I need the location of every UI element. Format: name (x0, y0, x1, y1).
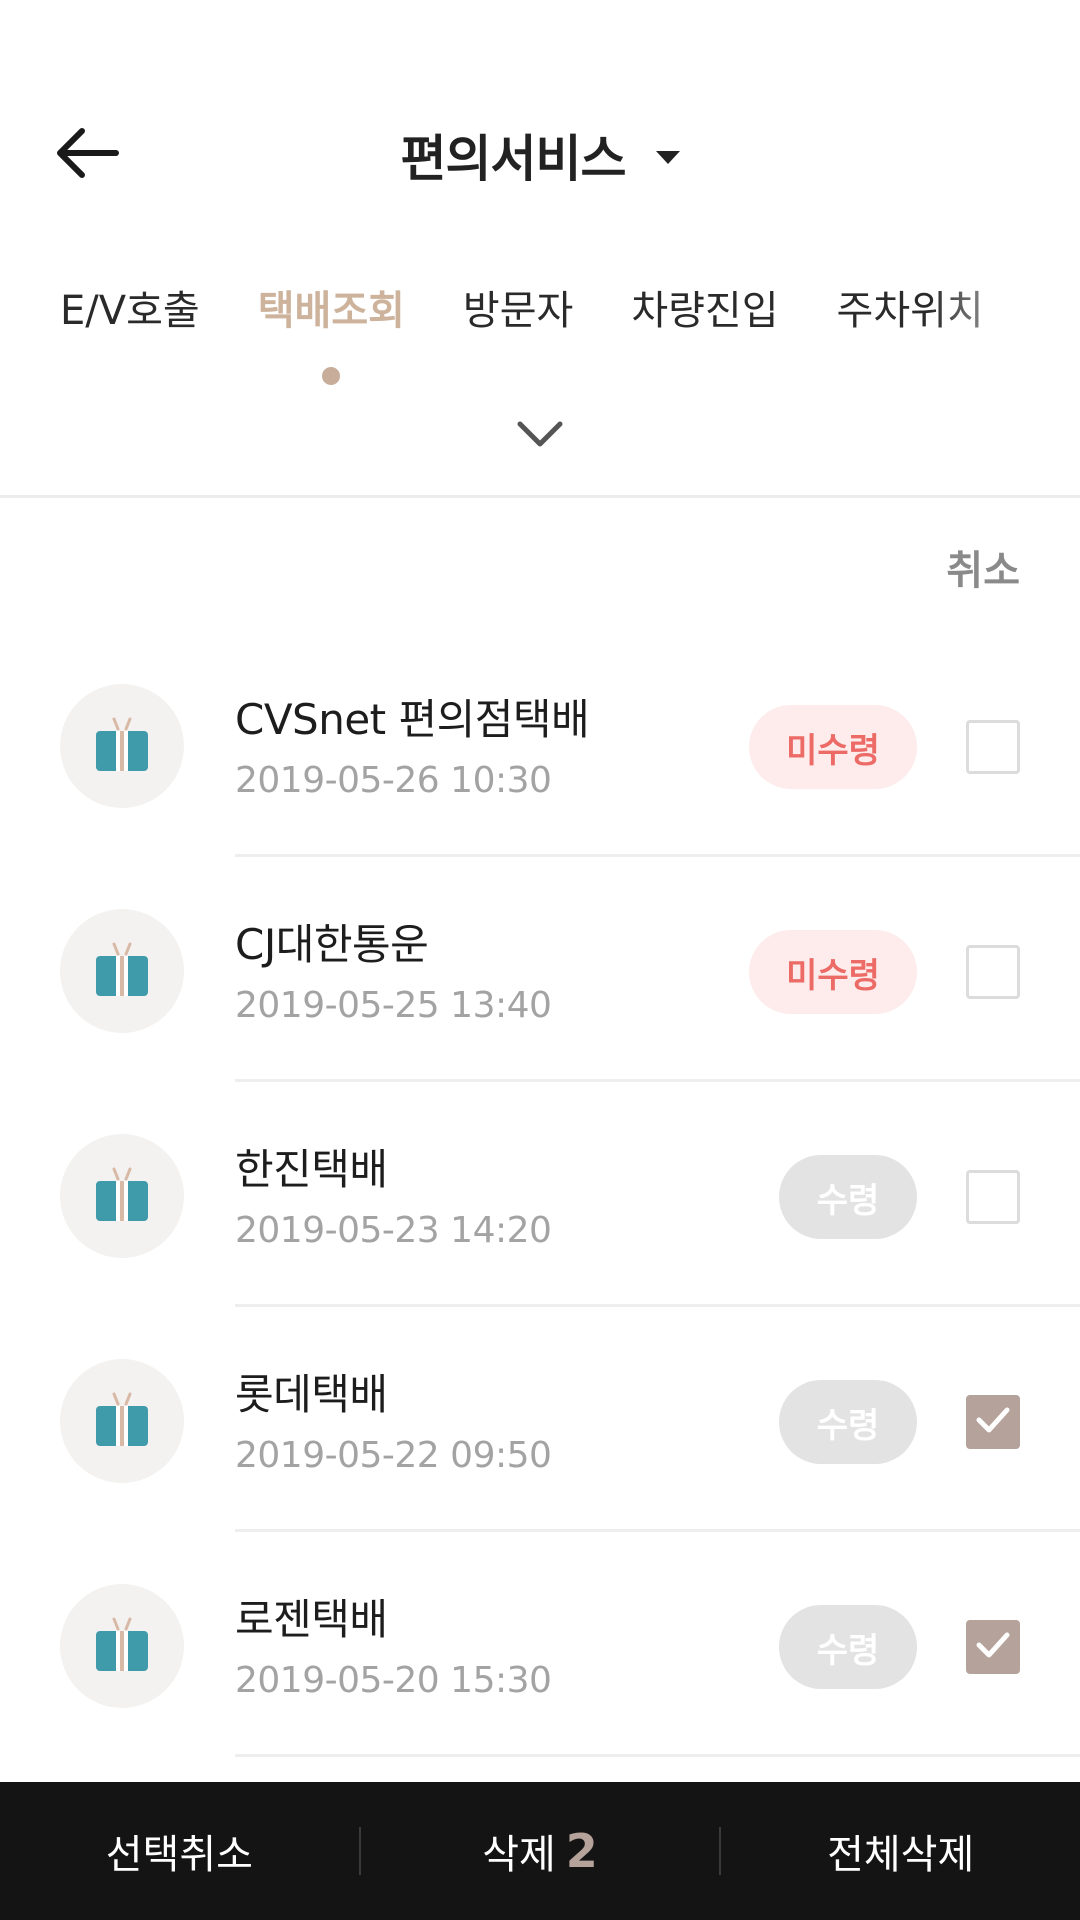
delivery-datetime: 2019-05-26 10:30 (235, 760, 552, 801)
status-badge: 수령 (779, 1380, 917, 1464)
select-checkbox[interactable] (966, 945, 1020, 999)
courier-name: 로젠택배 (235, 1595, 388, 1644)
tab-label: 차량진입 (631, 288, 779, 334)
tab-label: E/V호출 (60, 288, 200, 334)
delete-button[interactable]: 삭제 2 (361, 1782, 720, 1920)
delete-label: 삭제 (482, 1832, 556, 1878)
package-row[interactable]: 롯데택배 2019-05-22 09:50 수령 (0, 1307, 1080, 1532)
deselect-label: 선택취소 (105, 1832, 253, 1878)
row-divider (235, 1754, 1080, 1757)
package-avatar (60, 909, 184, 1033)
tab-1[interactable]: 택배조회 (258, 285, 405, 385)
delivery-datetime: 2019-05-22 09:50 (235, 1435, 552, 1476)
caret-down-icon (655, 150, 680, 164)
tab-label: 방문자 (462, 288, 574, 334)
courier-name: 한진택배 (235, 1145, 388, 1194)
deselect-button[interactable]: 선택취소 (0, 1782, 359, 1920)
divider (0, 495, 1080, 498)
expand-tabs-button[interactable] (510, 412, 570, 458)
tab-0[interactable]: E/V호출 (60, 285, 200, 385)
gift-box-icon (92, 715, 152, 777)
gift-box-icon (92, 940, 152, 1002)
select-checkbox[interactable] (966, 720, 1020, 774)
delivery-datetime: 2019-05-25 13:40 (235, 985, 552, 1026)
checkmark-icon (975, 1630, 1011, 1664)
tab-2[interactable]: 방문자 (463, 285, 573, 385)
package-row[interactable]: 로젠택배 2019-05-20 15:30 수령 (0, 1532, 1080, 1757)
bottom-action-bar: 선택취소 삭제 2 전체삭제 (0, 1782, 1080, 1920)
active-tab-indicator (322, 367, 341, 385)
page-title: 편의서비스 (400, 130, 627, 188)
delete-all-button[interactable]: 전체삭제 (721, 1782, 1080, 1920)
status-badge: 미수령 (749, 705, 917, 789)
chevron-down-icon (517, 421, 563, 447)
delete-all-label: 전체삭제 (827, 1832, 975, 1878)
select-checkbox[interactable] (966, 1620, 1020, 1674)
header: 편의서비스 (0, 95, 1080, 215)
screen: 편의서비스 E/V호출 택배조회 방문자 차량진입 주차위치 취소 CVSnet 편의점… (0, 0, 1080, 1920)
gift-box-icon (92, 1165, 152, 1227)
gift-box-icon (92, 1615, 152, 1677)
package-row[interactable]: CJ대한통운 2019-05-25 13:40 미수령 (0, 857, 1080, 1082)
package-avatar (60, 1359, 184, 1483)
status-badge: 수령 (779, 1605, 917, 1689)
delivery-datetime: 2019-05-20 15:30 (235, 1660, 552, 1701)
checkmark-icon (975, 1405, 1011, 1439)
package-list: CVSnet 편의점택배 2019-05-26 10:30 미수령 CJ대한통운 20… (0, 632, 1080, 1757)
tab-label: 택배조회 (257, 288, 405, 334)
courier-name: 롯데택배 (235, 1370, 388, 1419)
package-avatar (60, 1134, 184, 1258)
delivery-datetime: 2019-05-23 14:20 (235, 1210, 552, 1251)
tab-3[interactable]: 차량진입 (631, 285, 778, 385)
package-avatar (60, 684, 184, 808)
courier-name: CVSnet 편의점택배 (235, 695, 590, 744)
cancel-button[interactable]: 취소 (946, 538, 1020, 596)
delete-count: 2 (565, 1824, 598, 1878)
status-badge: 미수령 (749, 930, 917, 1014)
select-checkbox[interactable] (966, 1170, 1020, 1224)
tab-bar: E/V호출 택배조회 방문자 차량진입 주차위치 (60, 285, 1020, 395)
tab-label: 주차위치 (836, 288, 984, 334)
package-row[interactable]: 한진택배 2019-05-23 14:20 수령 (0, 1082, 1080, 1307)
courier-name: CJ대한통운 (235, 920, 429, 969)
package-avatar (60, 1584, 184, 1708)
service-selector[interactable]: 편의서비스 (0, 95, 1080, 215)
package-row[interactable]: CVSnet 편의점택배 2019-05-26 10:30 미수령 (0, 632, 1080, 857)
status-badge: 수령 (779, 1155, 917, 1239)
tab-4[interactable]: 주차위치 (837, 285, 984, 385)
select-checkbox[interactable] (966, 1395, 1020, 1449)
gift-box-icon (92, 1390, 152, 1452)
